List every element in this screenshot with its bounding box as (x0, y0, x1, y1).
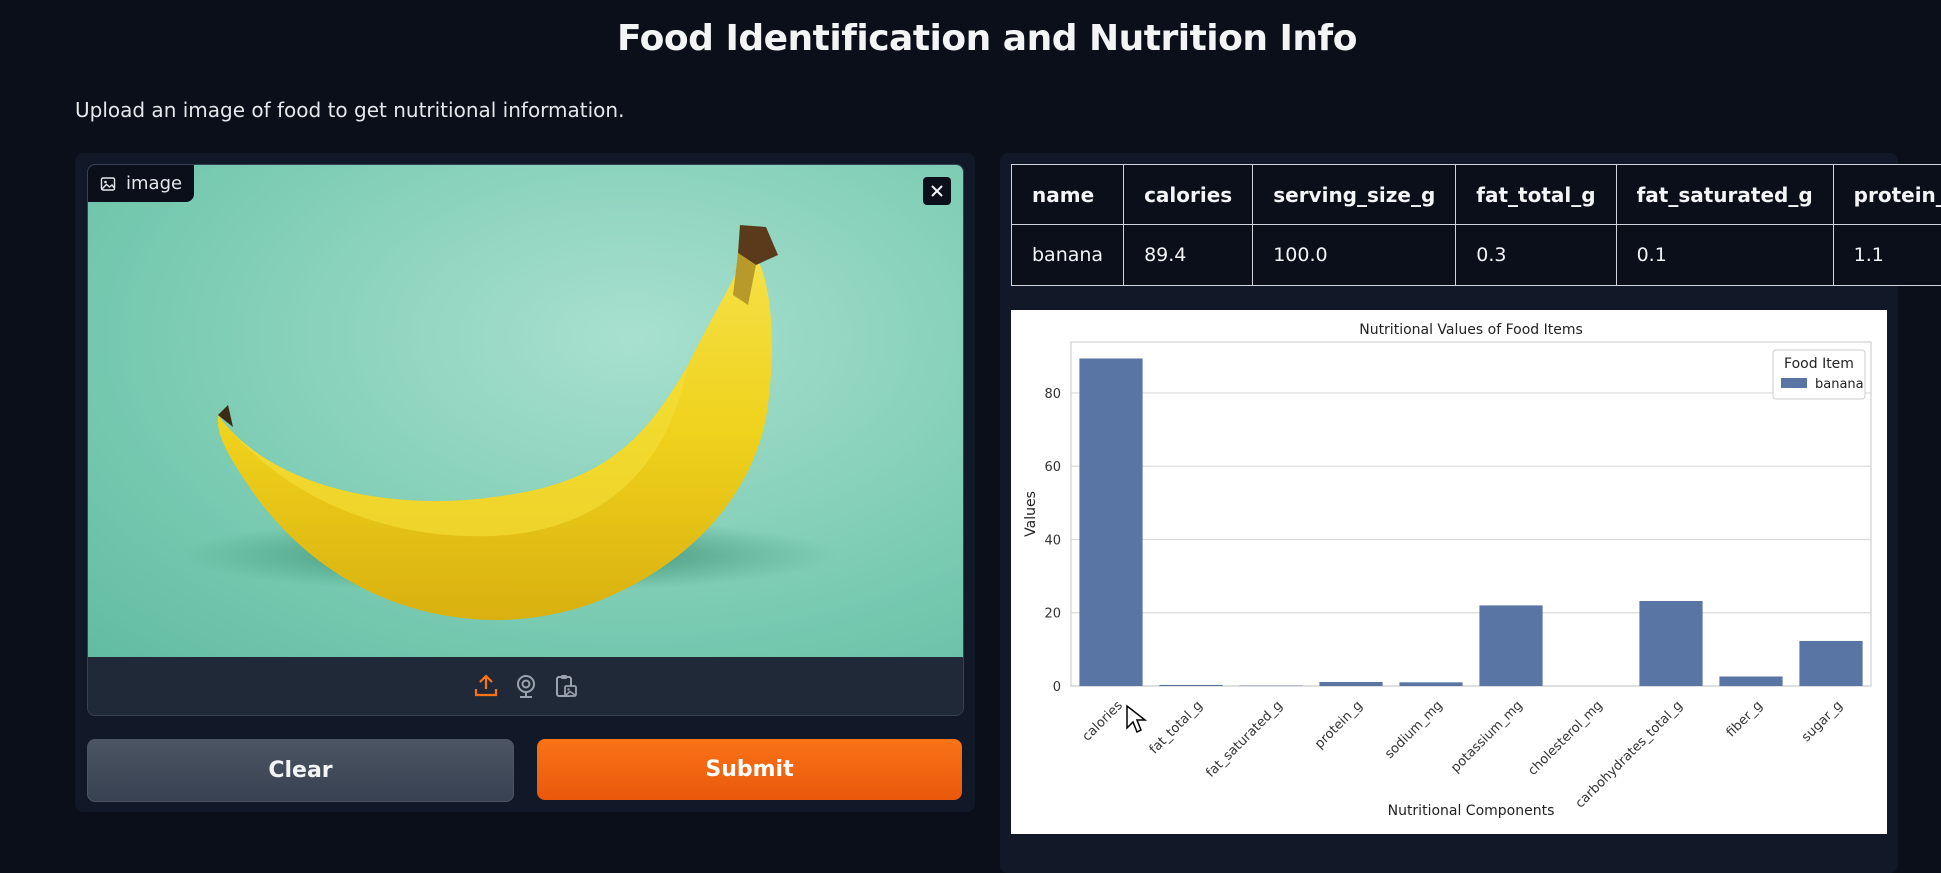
bar (1719, 676, 1782, 686)
bar (1799, 641, 1862, 686)
x-tick-label: potassium_mg (1448, 698, 1526, 776)
y-tick-label: 60 (1044, 460, 1061, 475)
image-label-text: image (126, 173, 182, 194)
x-tick-label: sugar_g (1799, 698, 1846, 745)
image-icon (100, 176, 116, 192)
column-header[interactable]: protein_g (1833, 165, 1941, 225)
clear-image-button[interactable] (923, 177, 951, 205)
column-header[interactable]: serving_size_g (1253, 165, 1456, 225)
clipboard-icon[interactable] (553, 673, 579, 699)
x-tick-label: fiber_g (1724, 698, 1766, 740)
x-tick-label: calories (1080, 698, 1126, 744)
table-cell[interactable]: banana (1012, 225, 1124, 286)
page-title: Food Identification and Nutrition Info (0, 18, 1941, 59)
column-header[interactable]: fat_total_g (1456, 165, 1616, 225)
bar-chart: 0 20 40 60 80 calories fat_total_gfat_saturate… (1011, 310, 1887, 834)
nutrition-table: name calories serving_size_g fat_total_g… (1011, 164, 1941, 286)
nutrition-chart: 0 20 40 60 80 calories fat_total_gfat_saturate… (1011, 310, 1887, 834)
table-row: banana 89.4 100.0 0.3 0.1 1.1 1 (1012, 225, 1941, 286)
table-header-row: name calories serving_size_g fat_total_g… (1012, 165, 1941, 225)
table-cell[interactable]: 0.1 (1616, 225, 1833, 286)
column-header[interactable]: fat_saturated_g (1616, 165, 1833, 225)
x-tick-label: fat_total_g (1147, 698, 1206, 757)
x-tick-label: fat_saturated_g (1203, 698, 1285, 780)
x-tick-label: protein_g (1312, 698, 1366, 752)
image-source-toolbar (88, 657, 963, 715)
plot-frame (1071, 342, 1871, 686)
image-preview (88, 165, 963, 657)
bar (1079, 358, 1142, 686)
legend-title: Food Item (1784, 356, 1854, 372)
x-axis-label: Nutritional Components (1388, 803, 1555, 819)
table-cell[interactable]: 1.1 (1833, 225, 1941, 286)
mouse-cursor-icon (1125, 704, 1147, 734)
table-cell[interactable]: 0.3 (1456, 225, 1616, 286)
legend-entry: banana (1815, 377, 1864, 392)
bar (1479, 605, 1542, 686)
upload-icon[interactable] (473, 673, 499, 699)
webcam-icon[interactable] (513, 673, 539, 699)
clear-button[interactable]: Clear (87, 739, 514, 802)
y-tick-label: 80 (1044, 387, 1061, 402)
table-cell[interactable]: 89.4 (1124, 225, 1253, 286)
y-axis-label: Values (1023, 491, 1039, 537)
chart-title: Nutritional Values of Food Items (1359, 322, 1583, 338)
close-icon (930, 184, 944, 198)
y-tick-label: 0 (1053, 680, 1061, 695)
legend-swatch (1781, 378, 1807, 388)
y-tick-label: 20 (1044, 607, 1061, 622)
image-input[interactable]: image (87, 164, 964, 716)
column-header[interactable]: name (1012, 165, 1124, 225)
submit-button[interactable]: Submit (537, 739, 962, 800)
x-tick-label: sodium_mg (1382, 698, 1446, 762)
y-tick-label: 40 (1044, 533, 1061, 548)
bar (1319, 682, 1382, 686)
bar (1399, 682, 1462, 686)
banana-image (88, 165, 963, 657)
column-header[interactable]: calories (1124, 165, 1253, 225)
table-cell[interactable]: 100.0 (1253, 225, 1456, 286)
x-tick-label: cholesterol_mg (1525, 698, 1606, 779)
bar (1639, 601, 1702, 686)
page-subtitle: Upload an image of food to get nutrition… (75, 98, 624, 122)
image-label: image (88, 165, 194, 202)
bar (1159, 685, 1222, 686)
